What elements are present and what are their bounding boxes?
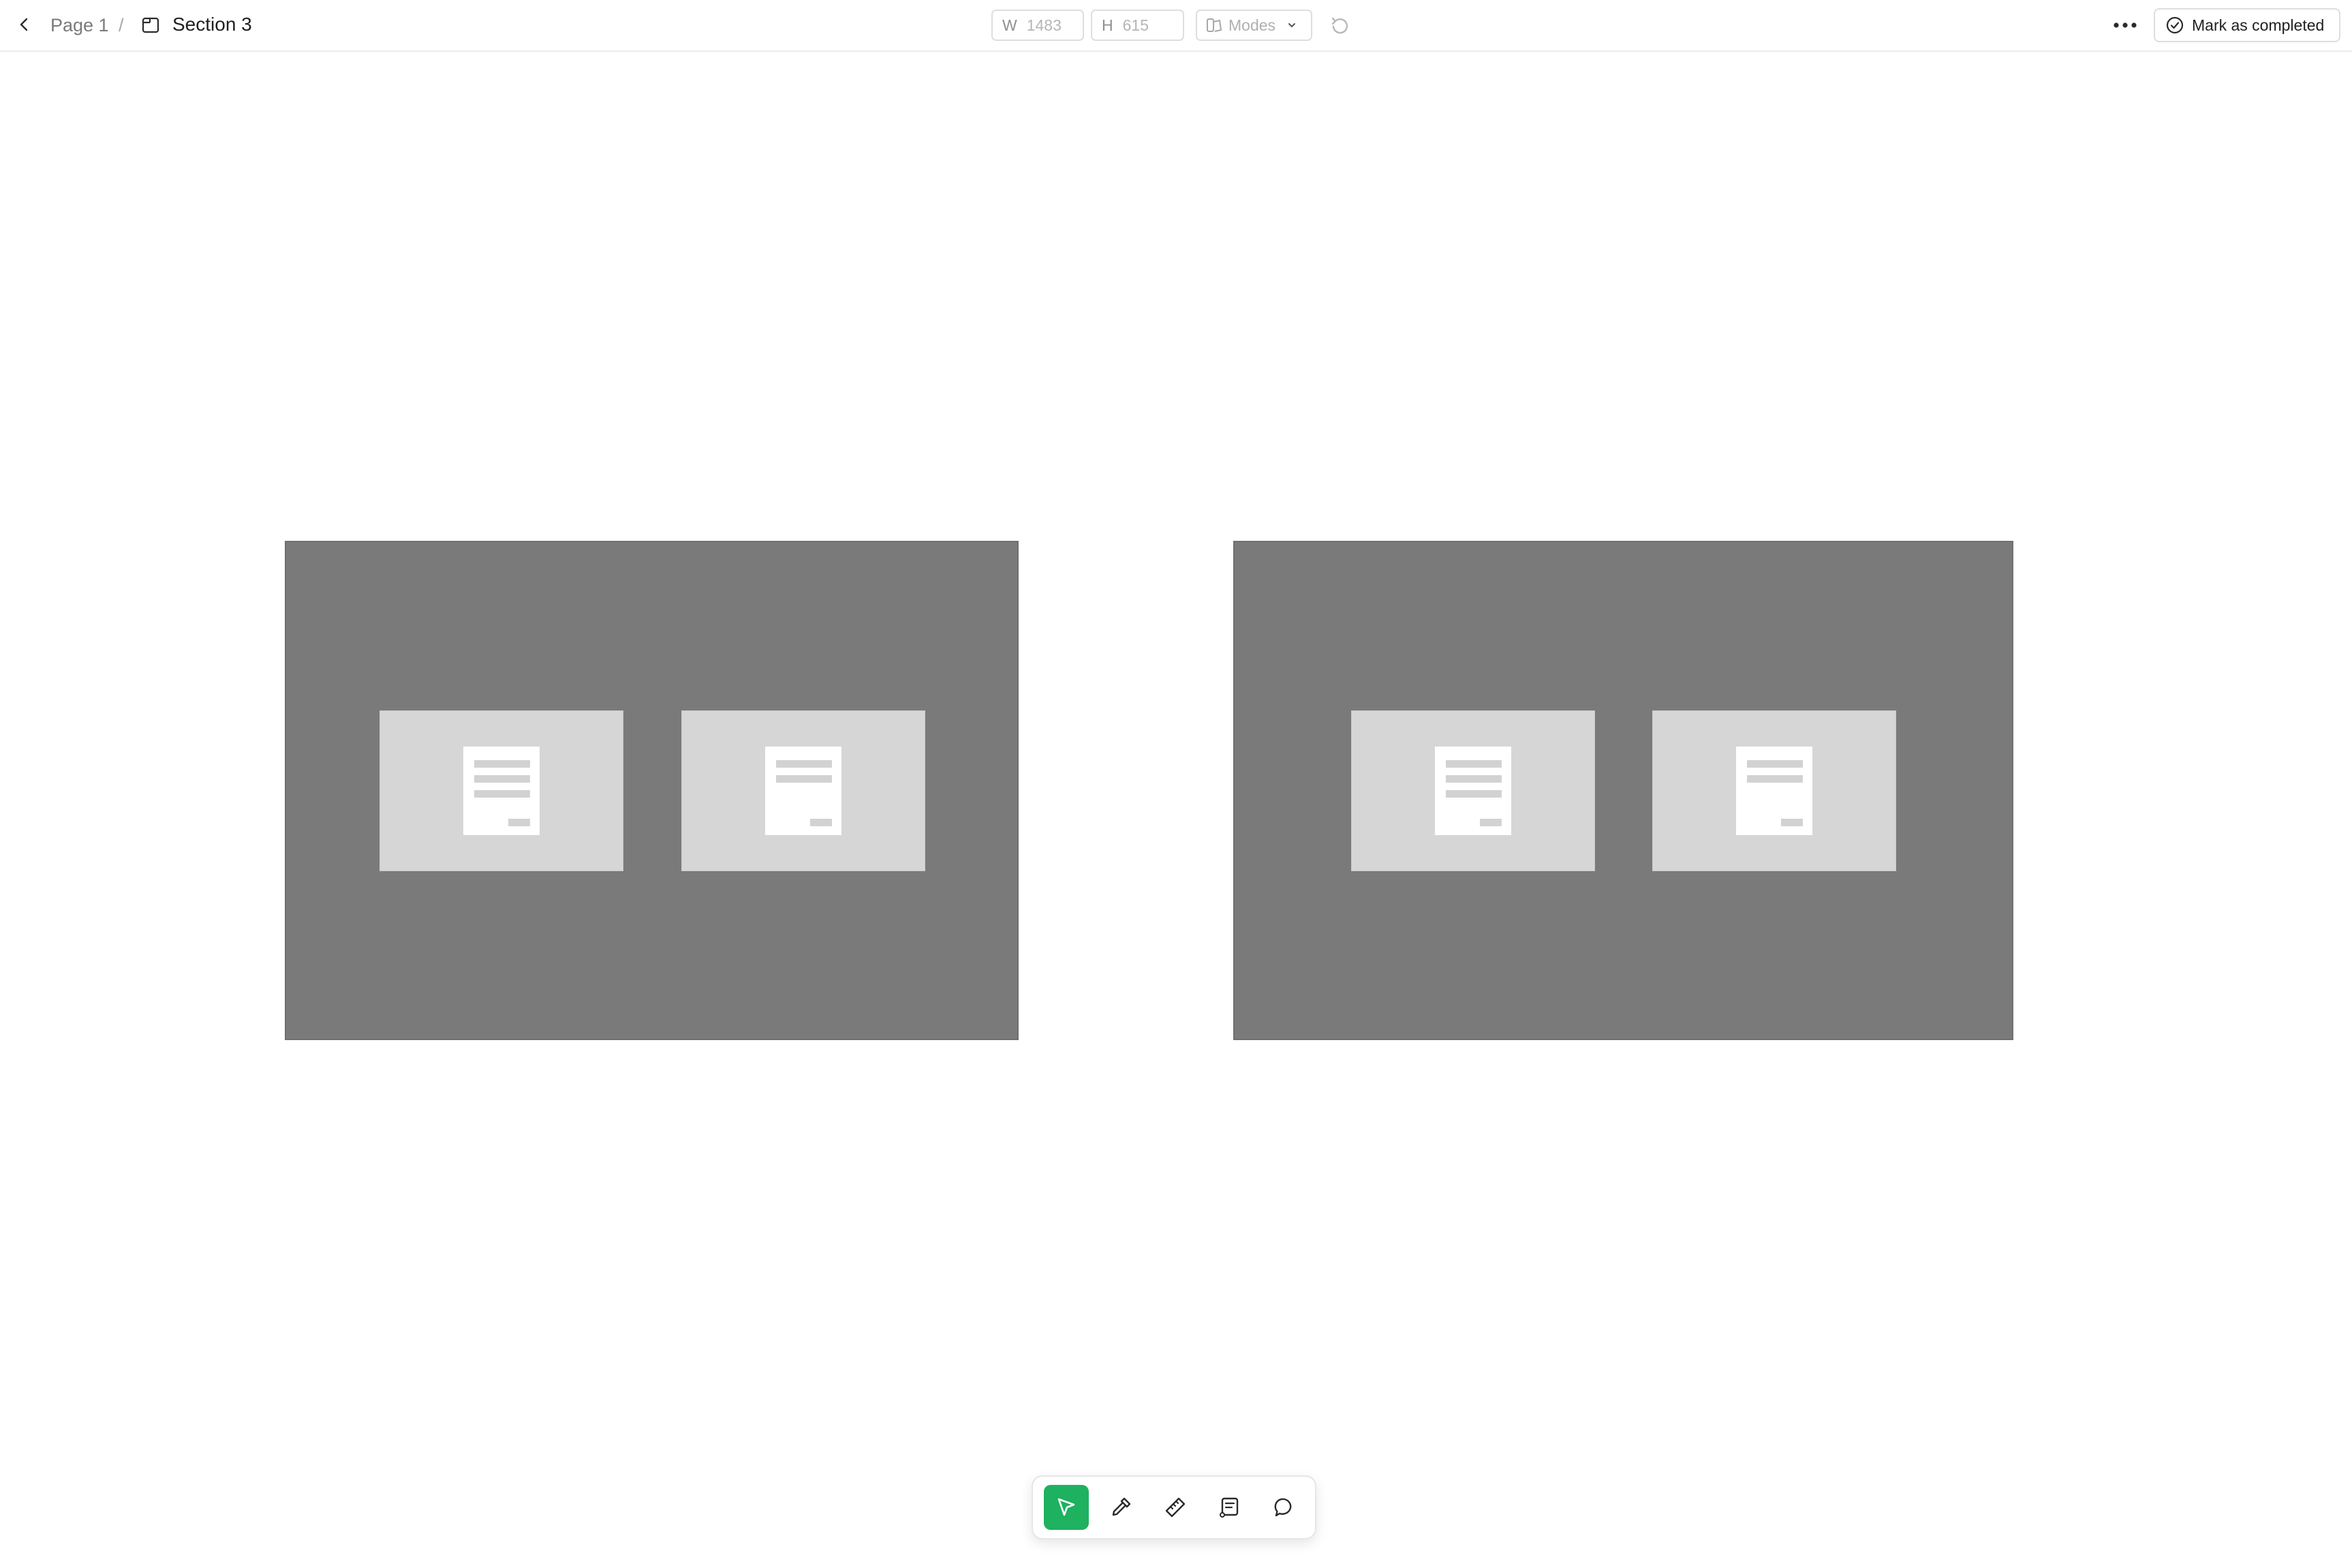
mark-as-completed-button[interactable]: Mark as completed bbox=[2154, 8, 2340, 42]
ruler-tool-button[interactable] bbox=[1153, 1485, 1198, 1530]
canvas-frame[interactable] bbox=[285, 541, 1019, 1040]
canvas-frame[interactable] bbox=[1233, 541, 2013, 1040]
annotation-tool-icon bbox=[1220, 1497, 1239, 1518]
chevron-left-icon bbox=[20, 18, 28, 31]
image-placeholder[interactable] bbox=[380, 710, 623, 871]
top-bar: Page 1 / Section 3 W 1483 H 615 Modes Ma… bbox=[0, 0, 2352, 52]
width-value: 1483 bbox=[1026, 16, 1062, 34]
check-circle-icon bbox=[2166, 16, 2184, 34]
comment-tool-icon bbox=[1274, 1498, 1292, 1517]
bottom-toolbar bbox=[1032, 1475, 1316, 1539]
breadcrumb-separator: / bbox=[119, 15, 124, 35]
mark-as-completed-label: Mark as completed bbox=[2192, 16, 2325, 34]
eyedropper-tool-icon bbox=[1112, 1497, 1131, 1516]
height-label: H bbox=[1102, 16, 1113, 34]
height-value: 615 bbox=[1122, 16, 1149, 34]
image-placeholder[interactable] bbox=[681, 710, 925, 871]
document-icon bbox=[463, 747, 540, 835]
width-label: W bbox=[1002, 16, 1017, 34]
select-tool-button[interactable] bbox=[1044, 1485, 1089, 1530]
height-field[interactable]: H 615 bbox=[1091, 10, 1184, 41]
select-tool-icon bbox=[1057, 1498, 1075, 1516]
reset-button[interactable] bbox=[1327, 14, 1352, 38]
document-icon bbox=[1736, 747, 1812, 835]
section-icon bbox=[142, 17, 159, 33]
eyedropper-tool-button[interactable] bbox=[1098, 1485, 1143, 1530]
image-placeholder[interactable] bbox=[1351, 710, 1595, 871]
ruler-tool-icon bbox=[1165, 1497, 1186, 1518]
modes-icon bbox=[1207, 18, 1222, 32]
back-button[interactable] bbox=[12, 12, 37, 37]
undo-icon bbox=[1331, 17, 1348, 34]
chevron-down-icon bbox=[1288, 23, 1296, 27]
image-placeholder[interactable] bbox=[1652, 710, 1896, 871]
comment-tool-button[interactable] bbox=[1262, 1485, 1307, 1530]
breadcrumb-page[interactable]: Page 1 bbox=[50, 13, 109, 37]
more-horizontal-icon bbox=[2114, 22, 2137, 28]
document-icon bbox=[765, 747, 841, 835]
modes-dropdown[interactable]: Modes bbox=[1196, 10, 1312, 41]
width-field[interactable]: W 1483 bbox=[991, 10, 1084, 41]
more-options-button[interactable] bbox=[2109, 12, 2141, 38]
modes-label: Modes bbox=[1228, 16, 1276, 34]
annotation-tool-button[interactable] bbox=[1207, 1485, 1252, 1530]
document-icon bbox=[1435, 747, 1511, 835]
page-title: Section 3 bbox=[172, 14, 252, 35]
